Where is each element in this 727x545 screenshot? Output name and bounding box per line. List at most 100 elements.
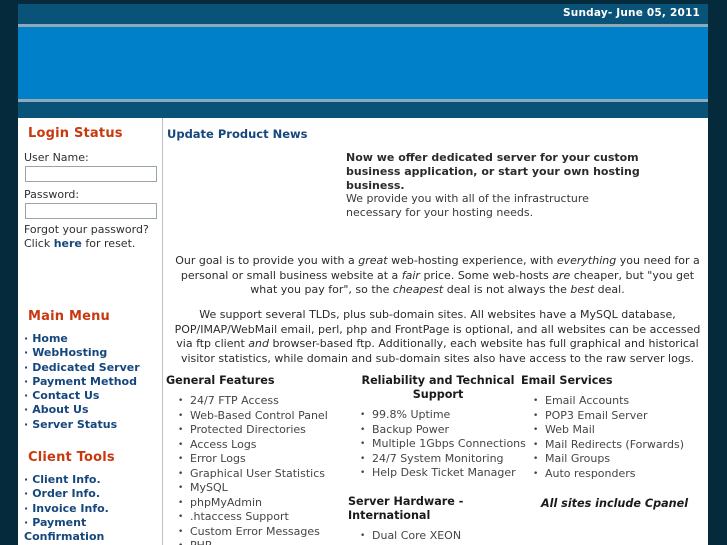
feature-label: Auto responders bbox=[545, 466, 636, 480]
nav-link-label[interactable]: Payment Confirmation bbox=[24, 516, 104, 543]
feature-item: • Email Accounts bbox=[533, 394, 708, 409]
bullet-icon: • bbox=[533, 425, 539, 435]
site-banner bbox=[18, 27, 708, 99]
bullet-icon: • bbox=[360, 468, 366, 478]
intro-paragraph: Our goal is to provide you with a great … bbox=[175, 254, 700, 296]
feature-columns: General Features • 24/7 FTP Access • Web-Ba… bbox=[163, 374, 708, 545]
feature-item: • PHP bbox=[178, 539, 348, 545]
nav-link-label[interactable]: Payment Method bbox=[32, 375, 137, 388]
cpanel-tagline: All sites include Cpanel bbox=[540, 497, 689, 510]
server-hardware-heading: Server Hardware - International bbox=[348, 494, 464, 522]
bullet-icon: • bbox=[360, 453, 366, 464]
news-headline: Now we offer dedicated server for your c… bbox=[346, 151, 640, 192]
feature-item: • phpMyAdmin bbox=[178, 496, 348, 511]
feature-label: Error Logs bbox=[190, 452, 246, 465]
bullet-icon: • bbox=[178, 454, 184, 464]
sidebar-item-3[interactable]: · Payment Method bbox=[24, 375, 164, 389]
bullet-icon: · bbox=[24, 389, 29, 403]
bullet-icon: • bbox=[533, 439, 539, 450]
product-news-block: Now we offer dedicated server for your c… bbox=[346, 151, 646, 220]
email-services-column: Email Services • Email Accounts • POP3 Emai… bbox=[521, 374, 708, 510]
feature-label: Web Mail bbox=[545, 423, 595, 436]
bullet-icon: · bbox=[24, 346, 29, 360]
sidebar-item-2[interactable]: · Dedicated Server bbox=[24, 361, 164, 375]
bullet-icon: • bbox=[178, 512, 184, 522]
client-tool-item-2[interactable]: · Invoice Info. bbox=[24, 502, 164, 516]
bullet-icon: • bbox=[178, 539, 183, 545]
client-tool-item-3[interactable]: · Payment Confirmation bbox=[24, 516, 164, 545]
feature-label: 99.8% Uptime bbox=[372, 408, 451, 421]
general-features-list: • 24/7 FTP Access • Web-Based Control Panel… bbox=[166, 394, 348, 545]
page-root: Sunday- June 05, 2011 Login Status User … bbox=[0, 0, 727, 545]
server-hardware-list: • Dual Core XEON bbox=[348, 529, 528, 544]
nav-link-label[interactable]: Home bbox=[32, 332, 68, 345]
news-body: We provide you with all of the infrastru… bbox=[346, 192, 589, 220]
login-status-heading: Login Status bbox=[28, 126, 123, 141]
bullet-icon: • bbox=[178, 483, 184, 493]
password-input[interactable] bbox=[25, 203, 157, 219]
sidebar-item-6[interactable]: · Server Status bbox=[24, 418, 164, 432]
feature-item: • Dual Core XEON bbox=[360, 528, 528, 544]
feature-item: • Multiple 1Gbps Connections bbox=[360, 437, 528, 452]
sidebar-item-5[interactable]: · About Us bbox=[24, 403, 164, 417]
feature-label: Help Desk Ticket Manager bbox=[372, 466, 516, 479]
feature-item: • Access Logs bbox=[178, 437, 348, 453]
feature-label: Dual Core XEON bbox=[372, 528, 462, 542]
nav-link-label[interactable]: Order Info. bbox=[32, 487, 100, 500]
feature-label: Mail Groups bbox=[545, 452, 611, 465]
feature-label: MySQL bbox=[190, 481, 228, 494]
feature-label: PHP bbox=[190, 539, 212, 545]
sidebar: Login Status User Name: Password: Forgot… bbox=[18, 118, 161, 545]
feature-item: • Error Logs bbox=[178, 452, 348, 467]
forgot-reset-text: for reset. bbox=[85, 237, 136, 250]
nav-link-label[interactable]: Client Info. bbox=[32, 473, 100, 486]
forgot-password-block: Forgot your password? Click here for res… bbox=[24, 223, 164, 251]
general-features-heading: General Features bbox=[166, 374, 275, 387]
password-reset-link[interactable]: here bbox=[54, 237, 82, 250]
bullet-icon: · bbox=[24, 360, 29, 374]
feature-label: Backup Power bbox=[372, 422, 450, 436]
bullet-icon: · bbox=[24, 403, 29, 417]
sidebar-item-0[interactable]: · Home bbox=[24, 332, 164, 346]
page-title: Update Product News bbox=[167, 127, 308, 141]
nav-link-label[interactable]: Server Status bbox=[32, 418, 117, 431]
password-label: Password: bbox=[24, 188, 80, 201]
bullet-icon: • bbox=[178, 396, 184, 406]
feature-item: • Backup Power bbox=[360, 422, 528, 438]
nav-strip bbox=[18, 102, 708, 118]
bullet-icon: • bbox=[178, 526, 184, 537]
bullet-icon: · bbox=[24, 487, 29, 501]
sidebar-item-1[interactable]: · WebHosting bbox=[24, 346, 164, 360]
feature-item: • 99.8% Uptime bbox=[360, 408, 528, 423]
nav-link-label[interactable]: Dedicated Server bbox=[32, 361, 139, 374]
reliability-column: Reliability and Technical Support • 99.8%… bbox=[348, 374, 528, 543]
client-tools-heading: Client Tools bbox=[28, 450, 115, 465]
feature-item: • 24/7 System Monitoring bbox=[360, 451, 528, 467]
feature-item: • Mail Redirects (Forwards) bbox=[533, 437, 708, 453]
bullet-icon: · bbox=[24, 515, 29, 529]
client-tool-item-1[interactable]: · Order Info. bbox=[24, 487, 164, 501]
feature-label: Access Logs bbox=[190, 437, 257, 451]
nav-link-label[interactable]: WebHosting bbox=[32, 346, 107, 359]
feature-label: Mail Redirects (Forwards) bbox=[545, 437, 684, 451]
bullet-icon: · bbox=[24, 374, 29, 388]
sidebar-item-4[interactable]: · Contact Us bbox=[24, 389, 164, 403]
nav-link-label[interactable]: About Us bbox=[32, 403, 88, 416]
bullet-icon: • bbox=[360, 424, 366, 435]
bullet-icon: • bbox=[178, 410, 184, 421]
bullet-icon: • bbox=[533, 468, 539, 479]
bullet-icon: • bbox=[533, 454, 539, 464]
main-menu-list: · Home · WebHosting · Dedicated Server · Paymen… bbox=[24, 332, 164, 432]
feature-item: • .htaccess Support bbox=[178, 510, 348, 525]
feature-label: 24/7 System Monitoring bbox=[372, 451, 504, 465]
forgot-password-text: Forgot your password? bbox=[24, 223, 149, 236]
nav-link-label[interactable]: Contact Us bbox=[32, 389, 99, 402]
username-input[interactable] bbox=[25, 166, 157, 182]
feature-item: • Help Desk Ticket Manager bbox=[360, 466, 528, 481]
feature-item: • 24/7 FTP Access bbox=[178, 394, 348, 409]
client-tool-item-0[interactable]: · Client Info. bbox=[24, 473, 164, 487]
bullet-icon: · bbox=[24, 473, 29, 486]
nav-link-label[interactable]: Invoice Info. bbox=[32, 502, 109, 515]
email-services-heading: Email Services bbox=[521, 374, 613, 387]
feature-label: Protected Directories bbox=[190, 423, 306, 436]
